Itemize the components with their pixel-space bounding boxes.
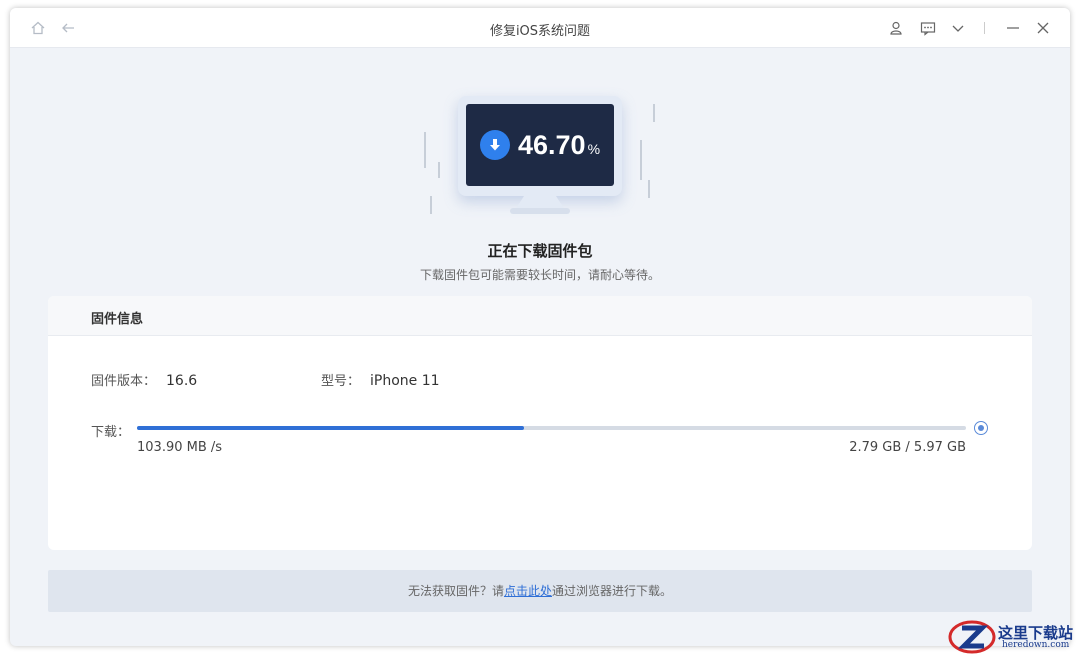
download-status-subtitle: 下载固件包可能需要较长时间，请耐心等待。 — [419, 268, 660, 282]
app-window: 修复iOS系统问题 46.70 % 正在下载固件包 下载固件包可能需要较长时间，… — [10, 8, 1070, 646]
window-title: 修复iOS系统问题 — [489, 24, 591, 39]
firmware-version-label: 固件版本： — [91, 374, 157, 389]
firmware-info-title: 固件信息 — [48, 296, 1032, 336]
hint-prefix: 无法获取固件？请 — [407, 584, 504, 598]
download-percent: 46.70 — [517, 129, 586, 160]
close-icon[interactable] — [1035, 20, 1051, 36]
download-size: 2.79 GB / 5.97 GB — [849, 440, 966, 455]
decor-line — [640, 140, 642, 180]
firmware-version-value: 16.6 — [166, 373, 198, 389]
hint-suffix: 通过浏览器进行下载。 — [552, 584, 673, 598]
percent-symbol: % — [587, 141, 601, 157]
device-model-value: iPhone 11 — [370, 373, 440, 389]
download-hero: 46.70 % 正在下载固件包 下载固件包可能需要较长时间，请耐心等待。 — [10, 48, 1070, 288]
download-progress-bar — [137, 426, 966, 430]
user-icon[interactable] — [888, 20, 904, 36]
progress-end-icon[interactable] — [974, 421, 988, 435]
minimize-icon[interactable] — [1005, 20, 1021, 36]
title-bar-divider — [984, 22, 985, 34]
watermark-icon — [948, 620, 996, 654]
click-here-link[interactable]: 点击此处 — [504, 584, 552, 598]
monitor-illustration: 46.70 % — [458, 96, 622, 196]
download-progress-fill — [137, 426, 525, 430]
firmware-version: 固件版本： 16.6 — [91, 370, 197, 389]
device-model: 型号： iPhone 11 — [321, 370, 440, 389]
feedback-icon[interactable] — [920, 20, 936, 36]
title-bar: 修复iOS系统问题 — [10, 8, 1070, 48]
download-status-title: 正在下载固件包 — [487, 242, 593, 260]
download-speed: 103.90 MB /s — [137, 440, 223, 455]
decor-line — [430, 196, 432, 214]
download-icon — [479, 130, 510, 160]
monitor-base — [510, 208, 570, 214]
decor-line — [648, 180, 650, 198]
device-model-label: 型号： — [321, 374, 361, 389]
decor-line — [438, 162, 440, 178]
firmware-info-card: 固件信息 固件版本： 16.6 型号： iPhone 11 下载： 103.90 M… — [48, 296, 1032, 550]
manual-download-hint: 无法获取固件？请点击此处通过浏览器进行下载。 — [48, 570, 1032, 612]
monitor-screen: 46.70 % — [466, 104, 614, 186]
decor-line — [653, 104, 655, 122]
watermark-logo: 这里下载站 heredown.com — [948, 618, 1080, 656]
decor-line — [424, 132, 426, 168]
download-label: 下载： — [91, 425, 131, 440]
chevron-down-icon[interactable] — [950, 20, 966, 36]
watermark-url: heredown.com — [1002, 640, 1070, 650]
